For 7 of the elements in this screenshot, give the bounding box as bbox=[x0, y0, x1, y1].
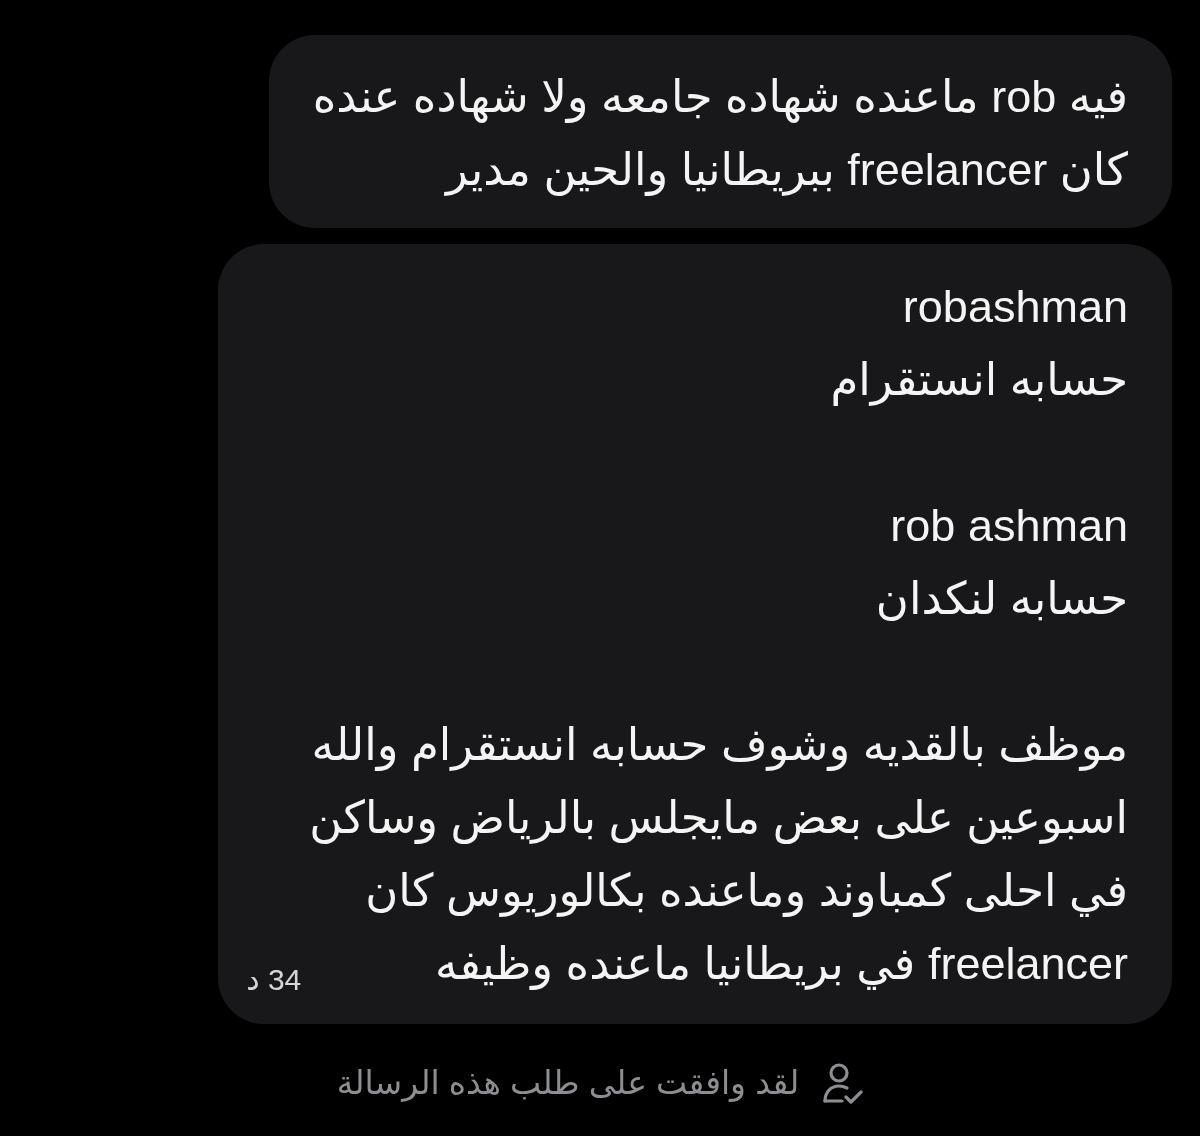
message-text: موظف بالقديه وشوف حسابه انستقرام والله اسبوعين على بعض مايجلس بالرياض وساكن في احلى كمباوند وماعنده بكالوريوس كان freelancer في بريطانيا ماعنده وظيفه bbox=[309, 718, 1128, 992]
request-accepted-text: لقد وافقت على طلب هذه الرسالة bbox=[336, 1063, 800, 1104]
message-text: robashman حسابه انستقرام bbox=[829, 280, 1128, 408]
message-text: rob ashman حسابه لنكدان bbox=[874, 499, 1128, 626]
person-check-icon bbox=[823, 1062, 864, 1104]
message-time: 34 د bbox=[246, 962, 302, 998]
message-text: فيه rob ماعنده شهاده جامعه ولا شهاده عنده كان freelancer ببريطانيا والحين مدير bbox=[312, 70, 1128, 198]
